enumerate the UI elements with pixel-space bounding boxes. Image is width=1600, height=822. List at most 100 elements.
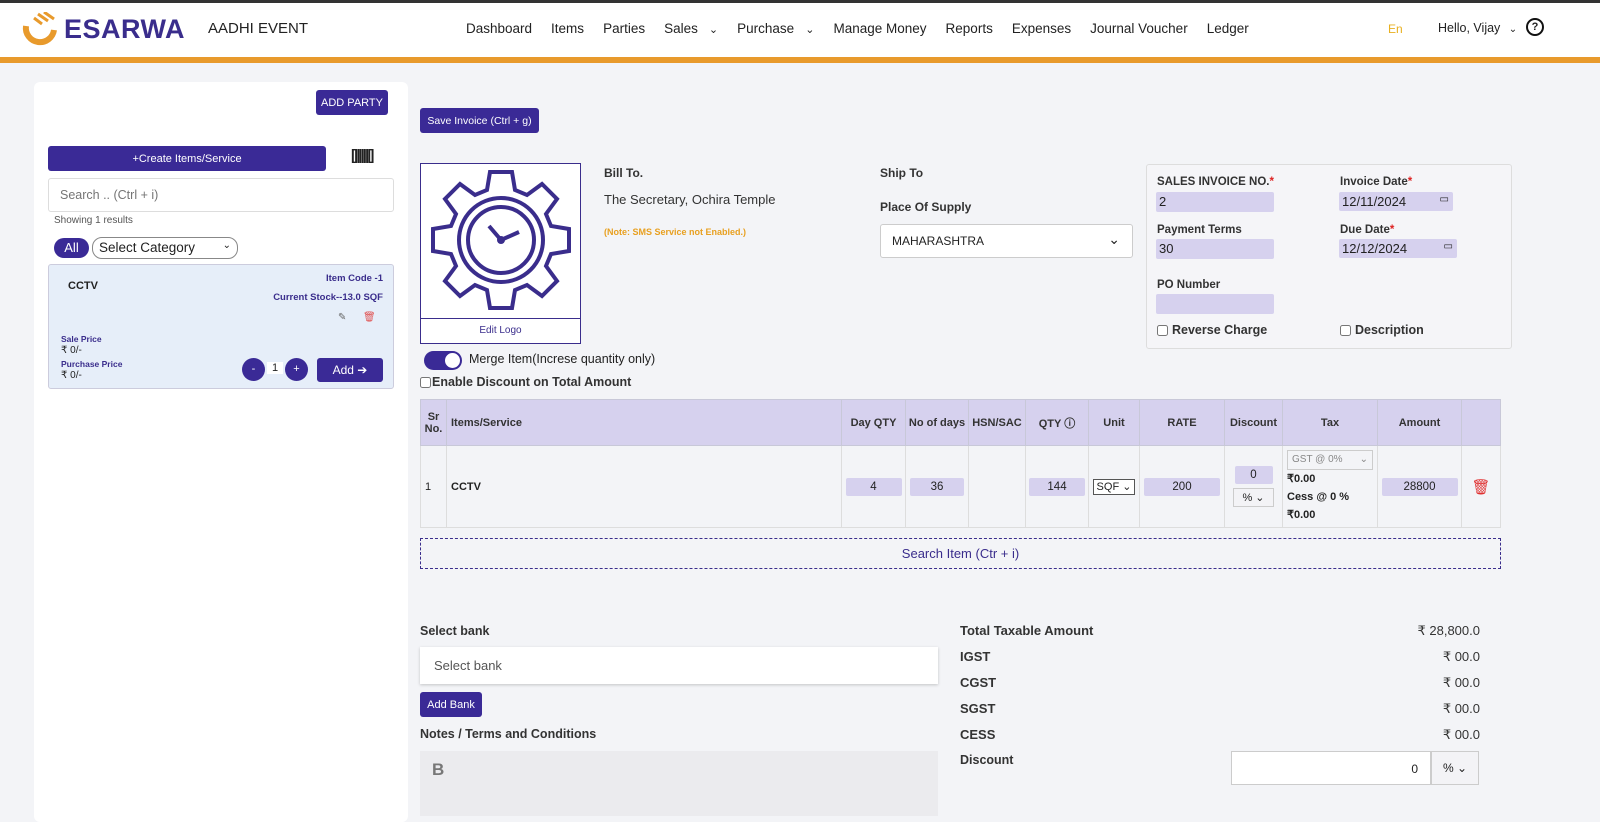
sale-price-label: Sale Price <box>61 334 102 344</box>
add-party-button[interactable]: ADD PARTY <box>316 90 388 115</box>
enable-discount-checkbox[interactable]: Enable Discount on Total Amount <box>420 375 631 389</box>
col-sr: Sr No. <box>420 399 447 446</box>
company-name: AADHI EVENT <box>208 20 309 37</box>
nav-manage-money[interactable]: Manage Money <box>833 21 926 36</box>
save-invoice-button[interactable]: Save Invoice (Ctrl + g) <box>420 108 539 133</box>
invoice-date-input[interactable]: 12/11/2024 ▭ <box>1339 192 1453 211</box>
cgst-row: CGST ₹ 00.0 <box>960 675 1480 690</box>
col-days: No of days <box>905 399 969 446</box>
logo-box[interactable]: Edit Logo <box>420 163 581 344</box>
cess-row: CESS ₹ 00.0 <box>960 727 1480 742</box>
gst-select[interactable]: GST @ 0% ⌄ <box>1287 449 1373 470</box>
amount-input[interactable]: 28800 <box>1381 477 1458 496</box>
search-item-button[interactable]: Search Item (Ctr + i) <box>420 538 1501 569</box>
item-code: Item Code -1 <box>325 273 383 284</box>
user-menu[interactable]: Hello, Vijay ⌄ <box>1438 21 1517 35</box>
item-name: CCTV <box>68 280 98 292</box>
qty-input[interactable]: 1 <box>267 362 283 374</box>
category-select[interactable]: Select Category ⌄ <box>92 237 238 259</box>
qty-decrement-button[interactable]: - <box>242 358 265 381</box>
col-hsn: HSN/SAC <box>968 399 1026 446</box>
invoice-no-input[interactable]: 2 <box>1156 192 1274 212</box>
qty-input[interactable]: 144 <box>1029 477 1085 496</box>
description-checkbox[interactable]: Description <box>1340 323 1424 337</box>
brand-logo[interactable]: ESARWA <box>22 12 185 46</box>
days-input[interactable]: 36 <box>910 477 964 496</box>
edit-logo-button[interactable]: Edit Logo <box>421 318 580 343</box>
col-qty: QTY ⓘ <box>1025 399 1089 446</box>
create-item-button[interactable]: +Create Items/Service <box>48 146 326 171</box>
due-date-label: Due Date* <box>1340 224 1395 236</box>
nav-items[interactable]: Items <box>551 21 584 36</box>
nav-reports[interactable]: Reports <box>946 21 993 36</box>
calendar-icon[interactable]: ▭ <box>1440 194 1449 205</box>
nav-parties[interactable]: Parties <box>603 21 645 36</box>
day-qty-input[interactable]: 4 <box>845 477 902 496</box>
item-card[interactable]: CCTV Item Code -1 Current Stock--13.0 SQ… <box>48 264 394 389</box>
total-discount-input[interactable]: 0 <box>1231 751 1431 785</box>
bank-select[interactable]: Select bank <box>420 647 938 684</box>
delete-row-icon[interactable]: 🗑 <box>1471 479 1490 496</box>
notes-editor[interactable]: B <box>420 751 938 816</box>
place-of-supply-label: Place Of Supply <box>880 200 972 214</box>
bill-to-party[interactable]: The Secretary, Ochira Temple <box>604 192 775 207</box>
po-number-input[interactable] <box>1156 294 1274 314</box>
barcode-icon[interactable]: [|||||||] <box>351 147 374 164</box>
table-header-row: Sr No. Items/Service Day QTY No of days … <box>420 399 1501 446</box>
row-sr: 1 <box>420 445 447 528</box>
add-item-button[interactable]: Add ➔ <box>317 358 383 382</box>
invoice-date-label: Invoice Date* <box>1340 176 1413 188</box>
nav-purchase[interactable]: Purchase <box>737 21 814 36</box>
due-date-input[interactable]: 12/12/2024 ▭ <box>1339 239 1457 258</box>
invoice-no-label: SALES INVOICE NO.* <box>1157 176 1274 188</box>
help-icon[interactable]: ? <box>1526 18 1544 36</box>
nav-sales[interactable]: Sales <box>664 21 718 36</box>
discount-type-select[interactable]: % ⌄ <box>1233 488 1274 507</box>
language-toggle[interactable]: En <box>1388 22 1403 36</box>
chevron-down-icon: ⌄ <box>1108 231 1120 247</box>
ship-to-label: Ship To <box>880 166 924 180</box>
edit-icon[interactable]: ✎ <box>338 312 346 323</box>
place-of-supply-select[interactable]: MAHARASHTRA ⌄ <box>880 224 1133 258</box>
col-discount: Discount <box>1224 399 1283 446</box>
igst-row: IGST ₹ 00.0 <box>960 649 1480 664</box>
bill-to-label: Bill To. <box>604 166 644 180</box>
nav-expenses[interactable]: Expenses <box>1012 21 1071 36</box>
item-stock: Current Stock--13.0 SQF <box>273 292 383 303</box>
purchase-price-label: Purchase Price <box>61 359 123 369</box>
bold-button[interactable]: B <box>432 760 444 780</box>
category-all-button[interactable]: All <box>54 238 89 258</box>
col-amount: Amount <box>1377 399 1462 446</box>
sale-price: ₹ 0/- <box>61 345 82 356</box>
gst-amount: ₹0.00 <box>1287 472 1316 485</box>
hsn-input[interactable] <box>968 445 1026 528</box>
cess-label: Cess @ 0 % <box>1287 490 1350 503</box>
reverse-charge-checkbox[interactable]: Reverse Charge <box>1157 323 1267 337</box>
gear-clock-icon <box>431 170 571 310</box>
delete-icon[interactable]: 🗑 <box>363 312 376 323</box>
nav-journal-voucher[interactable]: Journal Voucher <box>1090 21 1188 36</box>
unit-select[interactable]: SQF ⌄ <box>1092 479 1136 495</box>
purchase-price: ₹ 0/- <box>61 370 82 381</box>
col-rate: RATE <box>1139 399 1225 446</box>
info-icon[interactable]: ⓘ <box>1064 418 1075 430</box>
add-bank-button[interactable]: Add Bank <box>420 692 482 717</box>
merge-item-label: Merge Item(Increse quantity only) <box>469 352 656 366</box>
po-number-label: PO Number <box>1157 279 1221 291</box>
accent-bar <box>0 57 1600 63</box>
row-item: CCTV <box>446 445 842 528</box>
col-item: Items/Service <box>446 399 842 446</box>
nav-ledger[interactable]: Ledger <box>1207 21 1249 36</box>
table-row: 1 CCTV 4 36 144 SQF ⌄ 200 0 % ⌄ GST @ 0% ⌄… <box>420 445 1501 528</box>
rate-input[interactable]: 200 <box>1144 477 1220 496</box>
qty-increment-button[interactable]: + <box>285 358 308 381</box>
col-day-qty: Day QTY <box>841 399 906 446</box>
col-tax: Tax <box>1282 399 1378 446</box>
payment-terms-input[interactable]: 30 <box>1156 239 1274 259</box>
merge-item-toggle[interactable] <box>424 351 462 370</box>
calendar-icon[interactable]: ▭ <box>1444 241 1453 252</box>
total-discount-type-select[interactable]: % ⌄ <box>1431 751 1479 785</box>
discount-input[interactable]: 0 <box>1234 466 1273 484</box>
nav-dashboard[interactable]: Dashboard <box>466 21 532 36</box>
item-search-input[interactable] <box>48 178 394 212</box>
